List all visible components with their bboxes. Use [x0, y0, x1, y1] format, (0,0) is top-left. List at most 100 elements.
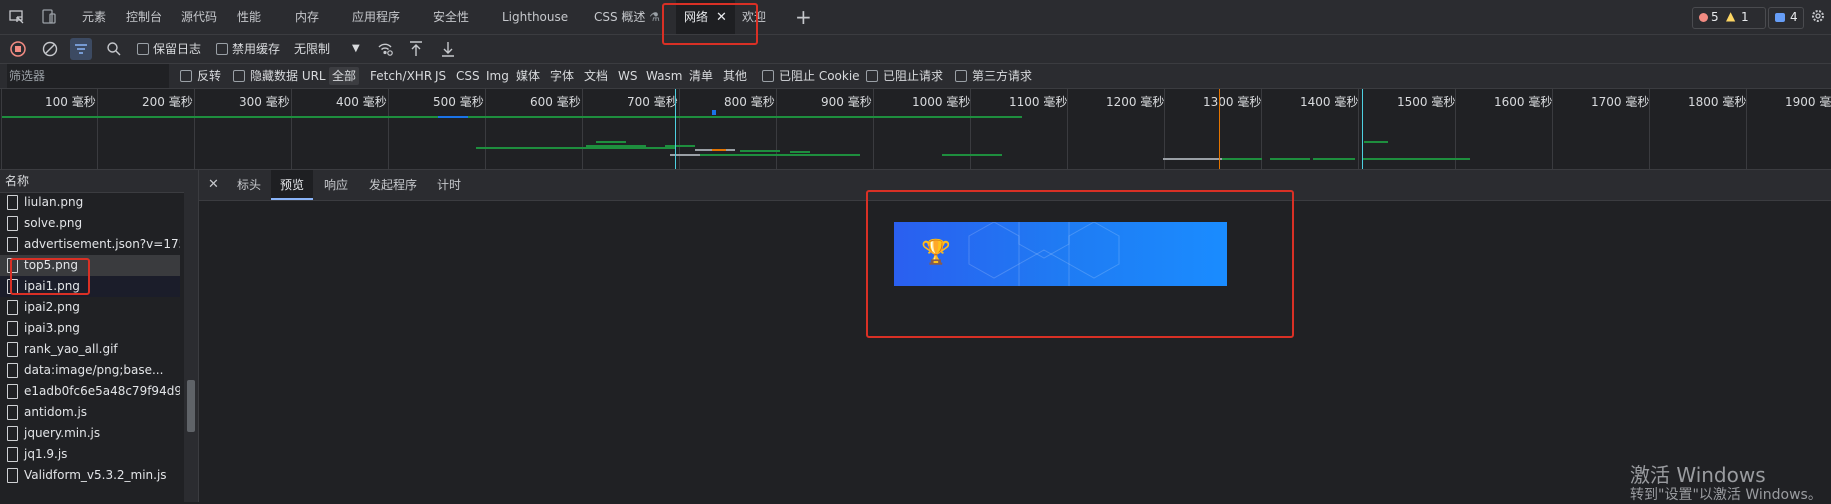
- messages-badge[interactable]: 4: [1768, 7, 1804, 29]
- type-filter-all[interactable]: 全部: [329, 67, 360, 85]
- chevron-down-icon[interactable]: ▼: [352, 35, 360, 63]
- type-filter-wasm[interactable]: Wasm: [646, 64, 682, 88]
- throttling-select[interactable]: 无限制: [294, 35, 330, 63]
- waterfall-bar: [1313, 158, 1355, 160]
- tick-label: 1600 毫秒: [1494, 95, 1553, 109]
- list-item[interactable]: solve.png: [0, 213, 180, 234]
- clear-icon[interactable]: [42, 41, 58, 57]
- type-filter-doc[interactable]: 文档: [584, 64, 608, 88]
- invert-checkbox[interactable]: [180, 70, 192, 82]
- type-filter-manifest[interactable]: 清单: [689, 64, 713, 88]
- finish-marker: [1362, 89, 1363, 169]
- file-icon: [7, 447, 18, 462]
- filter-toggle-button[interactable]: [70, 38, 92, 60]
- blocked-requests-checkbox[interactable]: [866, 70, 878, 82]
- disable-cache-checkbox[interactable]: [216, 43, 228, 55]
- list-item[interactable]: Validform_v5.3.2_min.js: [0, 465, 180, 486]
- list-scrollbar[interactable]: [184, 170, 198, 502]
- tab-response[interactable]: 响应: [324, 170, 348, 200]
- preserve-log-label: 保留日志: [153, 42, 202, 56]
- tick-label: 1300 毫秒: [1203, 95, 1262, 109]
- record-icon[interactable]: [10, 41, 26, 57]
- settings-icon[interactable]: [1810, 8, 1826, 24]
- waterfall-bar: [1364, 141, 1388, 143]
- preserve-log-checkbox[interactable]: [137, 43, 149, 55]
- tick-line: [679, 89, 680, 169]
- tick-label: 800 毫秒: [724, 95, 775, 109]
- hide-data-urls-checkbox[interactable]: [233, 70, 245, 82]
- export-har-icon[interactable]: [440, 40, 456, 58]
- request-list: 名称 ▲ liulan.png solve.png advertisement.…: [0, 170, 199, 502]
- third-party-checkbox[interactable]: [955, 70, 967, 82]
- filter-input[interactable]: 筛选器: [7, 64, 169, 88]
- type-filter-ws[interactable]: WS: [618, 64, 637, 88]
- blocked-cookies-checkbox[interactable]: [762, 70, 774, 82]
- close-icon[interactable]: ✕: [208, 170, 219, 200]
- network-conditions-icon[interactable]: [377, 41, 393, 57]
- device-toolbar-icon[interactable]: [41, 9, 57, 25]
- request-name: antidom.js: [24, 405, 88, 419]
- error-count: 5: [1711, 10, 1719, 24]
- tab-security[interactable]: 安全性: [433, 0, 469, 34]
- tab-preview[interactable]: 预览: [271, 170, 314, 200]
- import-har-icon[interactable]: [408, 40, 424, 58]
- tick-label: 1200 毫秒: [1106, 95, 1165, 109]
- network-overview-timeline[interactable]: 100 毫秒 200 毫秒 300 毫秒 400 毫秒 500 毫秒 600 毫…: [0, 89, 1831, 170]
- inspect-element-icon[interactable]: [9, 9, 25, 25]
- list-item[interactable]: e1adb0fc6e5a48c79f94d965a...: [0, 381, 180, 402]
- scrollbar-thumb[interactable]: [187, 380, 195, 432]
- type-filter-media[interactable]: 媒体: [516, 64, 540, 88]
- list-item[interactable]: rank_yao_all.gif: [0, 339, 180, 360]
- issues-badge[interactable]: 5 ▲ 1: [1692, 7, 1766, 29]
- tick-line: [291, 89, 292, 169]
- third-party-label: 第三方请求: [972, 69, 1033, 83]
- tick-label: 500 毫秒: [433, 95, 484, 109]
- file-icon: [7, 237, 18, 252]
- list-item[interactable]: ipai2.png: [0, 297, 180, 318]
- tab-lighthouse[interactable]: Lighthouse: [502, 0, 568, 34]
- list-item[interactable]: advertisement.json?v=175038: [0, 234, 180, 255]
- waterfall-bar: [476, 147, 676, 149]
- tab-css-overview[interactable]: CSS 概述 ⚗: [594, 0, 660, 34]
- type-filter-other[interactable]: 其他: [723, 64, 747, 88]
- tick-label: 600 毫秒: [530, 95, 581, 109]
- tab-elements[interactable]: 元素: [82, 0, 106, 34]
- name-column-header[interactable]: 名称 ▲: [0, 170, 198, 193]
- tick-line: [194, 89, 195, 169]
- list-item[interactable]: data:image/png;base...: [0, 360, 180, 381]
- waterfall-bar: [472, 116, 1022, 118]
- tab-initiator[interactable]: 发起程序: [369, 170, 417, 200]
- type-filter-css[interactable]: CSS: [456, 64, 480, 88]
- type-filter-font[interactable]: 字体: [550, 64, 574, 88]
- waterfall-bar: [712, 110, 716, 115]
- list-item[interactable]: antidom.js: [0, 402, 180, 423]
- tab-headers[interactable]: 标头: [237, 170, 261, 200]
- tab-performance[interactable]: 性能: [237, 0, 261, 34]
- waterfall-bar: [438, 116, 468, 118]
- search-icon[interactable]: [106, 41, 122, 57]
- error-icon: [1699, 13, 1708, 22]
- tab-console[interactable]: 控制台: [126, 0, 162, 34]
- list-item[interactable]: jquery.min.js: [0, 423, 180, 444]
- tab-timing[interactable]: 计时: [437, 170, 461, 200]
- list-item[interactable]: liulan.png: [0, 192, 180, 213]
- add-tab-icon[interactable]: +: [795, 0, 812, 34]
- activation-watermark-subtitle: 转到"设置"以激活 Windows。: [1630, 487, 1822, 503]
- type-filter-fetch-xhr[interactable]: Fetch/XHR: [370, 64, 432, 88]
- list-item[interactable]: ipai3.png: [0, 318, 180, 339]
- type-filter-img[interactable]: Img: [486, 64, 509, 88]
- tick-label: 300 毫秒: [239, 95, 290, 109]
- request-name: jq1.9.js: [24, 447, 68, 461]
- tick-label: 100 毫秒: [45, 95, 96, 109]
- waterfall-bar: [665, 145, 695, 147]
- tab-application[interactable]: 应用程序: [352, 0, 400, 34]
- type-filter-js[interactable]: JS: [435, 64, 446, 88]
- list-item[interactable]: jq1.9.js: [0, 444, 180, 465]
- request-name: liulan.png: [24, 195, 84, 209]
- request-name: advertisement.json?v=175038: [24, 237, 180, 251]
- tab-sources[interactable]: 源代码: [181, 0, 217, 34]
- tick-label: 700 毫秒: [627, 95, 678, 109]
- tab-memory[interactable]: 内存: [295, 0, 319, 34]
- devtools-tabbar: 元素 控制台 源代码 性能 内存 应用程序 安全性 Lighthouse CSS…: [0, 0, 1831, 35]
- name-column-label: 名称: [5, 174, 30, 188]
